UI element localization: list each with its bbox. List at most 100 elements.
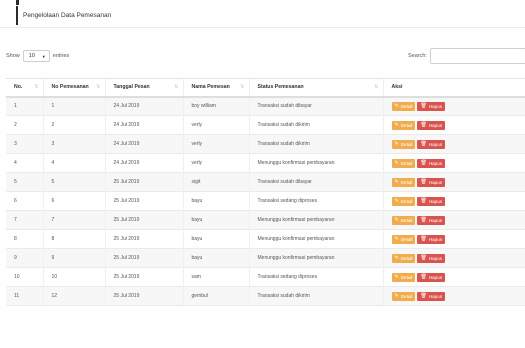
cell-order-number: 10 bbox=[43, 267, 106, 287]
edit-icon: ✎ bbox=[394, 178, 399, 185]
detail-button-label: Detail bbox=[400, 274, 413, 280]
cell-row-number: 4 bbox=[6, 153, 44, 173]
column-header-nama-pemesan[interactable]: Nama Pemesan ⇅ bbox=[183, 78, 250, 97]
search-label: Search: bbox=[408, 53, 427, 59]
detail-button[interactable]: ✎ Detail bbox=[391, 101, 416, 111]
cell-order-date: 25 Jul 2019 bbox=[105, 286, 184, 306]
column-header-status-pemesanan[interactable]: Status Pemesanan ⇅ bbox=[249, 78, 384, 97]
hapus-button-label: Hapus bbox=[428, 103, 443, 109]
table-row: 4 4 24 Jul 2019 verly Menunggu konfirmasi pe… bbox=[6, 153, 525, 173]
table-row: 10 10 25 Jul 2019 sam Transaksi sedang dipro… bbox=[6, 267, 525, 287]
edit-icon: ✎ bbox=[394, 273, 399, 280]
cell-customer-name: verly bbox=[183, 134, 250, 154]
cell-order-status: Transaksi sudah dibayar bbox=[249, 172, 384, 192]
hapus-button[interactable]: 🗑 Hapus bbox=[417, 101, 446, 111]
hapus-button[interactable]: 🗑 Hapus bbox=[417, 158, 446, 168]
search-input[interactable] bbox=[429, 48, 525, 64]
cell-actions: ✎ Detail 🗑 Hapus bbox=[383, 116, 525, 135]
cell-customer-name: bayu bbox=[183, 229, 250, 249]
cell-order-number: 6 bbox=[43, 191, 106, 211]
column-header-no[interactable]: No. ⇅ bbox=[6, 78, 44, 97]
column-header-no-pemesanan[interactable]: No Pemesanan ⇅ bbox=[43, 78, 106, 97]
header-divider bbox=[0, 27, 525, 28]
cell-order-status: Menunggu konfirmasi pembayaran bbox=[249, 248, 384, 268]
detail-button-label: Detail bbox=[400, 236, 413, 242]
edit-icon: ✎ bbox=[394, 254, 399, 261]
detail-button[interactable]: ✎ Detail bbox=[391, 120, 416, 130]
hapus-button[interactable]: 🗑 Hapus bbox=[417, 291, 446, 301]
top-accent-mark bbox=[16, 0, 19, 5]
cell-actions: ✎ Detail 🗑 Hapus bbox=[383, 97, 525, 116]
hapus-button[interactable]: 🗑 Hapus bbox=[417, 196, 446, 206]
cell-order-status: Menunggu konfirmasi pembayaran bbox=[249, 153, 384, 173]
cell-customer-name: boy william bbox=[183, 96, 250, 116]
cell-order-status: Transaksi sudah dikirim bbox=[249, 134, 384, 154]
length-select-value: 10 bbox=[28, 53, 35, 59]
trash-icon: 🗑 bbox=[420, 197, 427, 204]
detail-button-label: Detail bbox=[400, 293, 413, 299]
detail-button[interactable]: ✎ Detail bbox=[391, 234, 416, 244]
hapus-button[interactable]: 🗑 Hapus bbox=[417, 215, 446, 225]
cell-actions: ✎ Detail 🗑 Hapus bbox=[383, 211, 525, 230]
hapus-button-label: Hapus bbox=[428, 236, 443, 242]
hapus-button-label: Hapus bbox=[428, 293, 443, 299]
edit-icon: ✎ bbox=[394, 159, 399, 166]
entries-length-select[interactable]: 10 ▼ bbox=[22, 50, 50, 62]
length-suffix-label: entries bbox=[52, 53, 70, 59]
cell-order-date: 25 Jul 2019 bbox=[105, 172, 184, 192]
cell-actions: ✎ Detail 🗑 Hapus bbox=[383, 287, 525, 306]
column-header-aksi[interactable]: Aksi bbox=[383, 79, 525, 97]
detail-button-label: Detail bbox=[400, 141, 413, 147]
trash-icon: 🗑 bbox=[420, 102, 427, 109]
detail-button[interactable]: ✎ Detail bbox=[391, 177, 416, 187]
cell-order-number: 5 bbox=[43, 172, 106, 192]
cell-order-date: 24 Jul 2019 bbox=[105, 153, 184, 173]
table-row: 2 2 24 Jul 2019 verly Transaksi sudah dikiri… bbox=[6, 115, 525, 135]
detail-button[interactable]: ✎ Detail bbox=[391, 291, 416, 301]
detail-button[interactable]: ✎ Detail bbox=[391, 215, 416, 225]
trash-icon: 🗑 bbox=[420, 273, 427, 280]
cell-actions: ✎ Detail 🗑 Hapus bbox=[383, 173, 525, 192]
trash-icon: 🗑 bbox=[420, 178, 427, 185]
detail-button-label: Detail bbox=[400, 255, 413, 261]
hapus-button[interactable]: 🗑 Hapus bbox=[417, 139, 446, 149]
detail-button[interactable]: ✎ Detail bbox=[391, 253, 416, 263]
cell-order-date: 25 Jul 2019 bbox=[105, 210, 184, 230]
hapus-button[interactable]: 🗑 Hapus bbox=[417, 234, 446, 244]
hapus-button-label: Hapus bbox=[428, 141, 443, 147]
trash-icon: 🗑 bbox=[420, 235, 427, 242]
sort-icon: ⇅ bbox=[374, 84, 379, 90]
cell-customer-name: bayu bbox=[183, 191, 250, 211]
detail-button[interactable]: ✎ Detail bbox=[391, 196, 416, 206]
detail-button[interactable]: ✎ Detail bbox=[391, 139, 416, 149]
detail-button[interactable]: ✎ Detail bbox=[391, 158, 416, 168]
cell-order-status: Menunggu konfirmasi pembayaran bbox=[249, 229, 384, 249]
hapus-button[interactable]: 🗑 Hapus bbox=[417, 253, 446, 263]
hapus-button[interactable]: 🗑 Hapus bbox=[417, 120, 446, 130]
column-header-tanggal-pesan[interactable]: Tanggal Pesan ⇅ bbox=[105, 78, 184, 97]
cell-row-number: 1 bbox=[6, 96, 44, 116]
cell-order-number: 1 bbox=[43, 96, 106, 116]
cell-row-number: 7 bbox=[6, 210, 44, 230]
cell-order-status: Transaksi sedang diproses bbox=[249, 267, 384, 287]
hapus-button[interactable]: 🗑 Hapus bbox=[417, 272, 446, 282]
cell-row-number: 5 bbox=[6, 172, 44, 192]
cell-customer-name: gembul bbox=[183, 286, 250, 306]
detail-button[interactable]: ✎ Detail bbox=[391, 272, 416, 282]
column-header-label: Nama Pemesan bbox=[191, 84, 230, 91]
hapus-button-label: Hapus bbox=[428, 217, 443, 223]
cell-row-number: 11 bbox=[6, 286, 44, 306]
cell-order-number: 3 bbox=[43, 134, 106, 154]
trash-icon: 🗑 bbox=[420, 159, 427, 166]
cell-order-number: 12 bbox=[43, 286, 106, 306]
hapus-button-label: Hapus bbox=[428, 274, 443, 280]
cell-customer-name: bayu bbox=[183, 210, 250, 230]
table-row: 5 5 25 Jul 2019 sigit Transaksi sudah dibaya… bbox=[6, 172, 525, 192]
panel-header: Pengelolaan Data Pemesanan bbox=[16, 6, 517, 25]
table-row: 9 9 25 Jul 2019 bayu Menunggu konfirmasi pem… bbox=[6, 248, 525, 268]
hapus-button-label: Hapus bbox=[428, 198, 443, 204]
column-header-label: Aksi bbox=[391, 84, 403, 91]
hapus-button[interactable]: 🗑 Hapus bbox=[417, 177, 446, 187]
cell-row-number: 8 bbox=[6, 229, 44, 249]
sort-icon: ⇅ bbox=[240, 84, 245, 90]
